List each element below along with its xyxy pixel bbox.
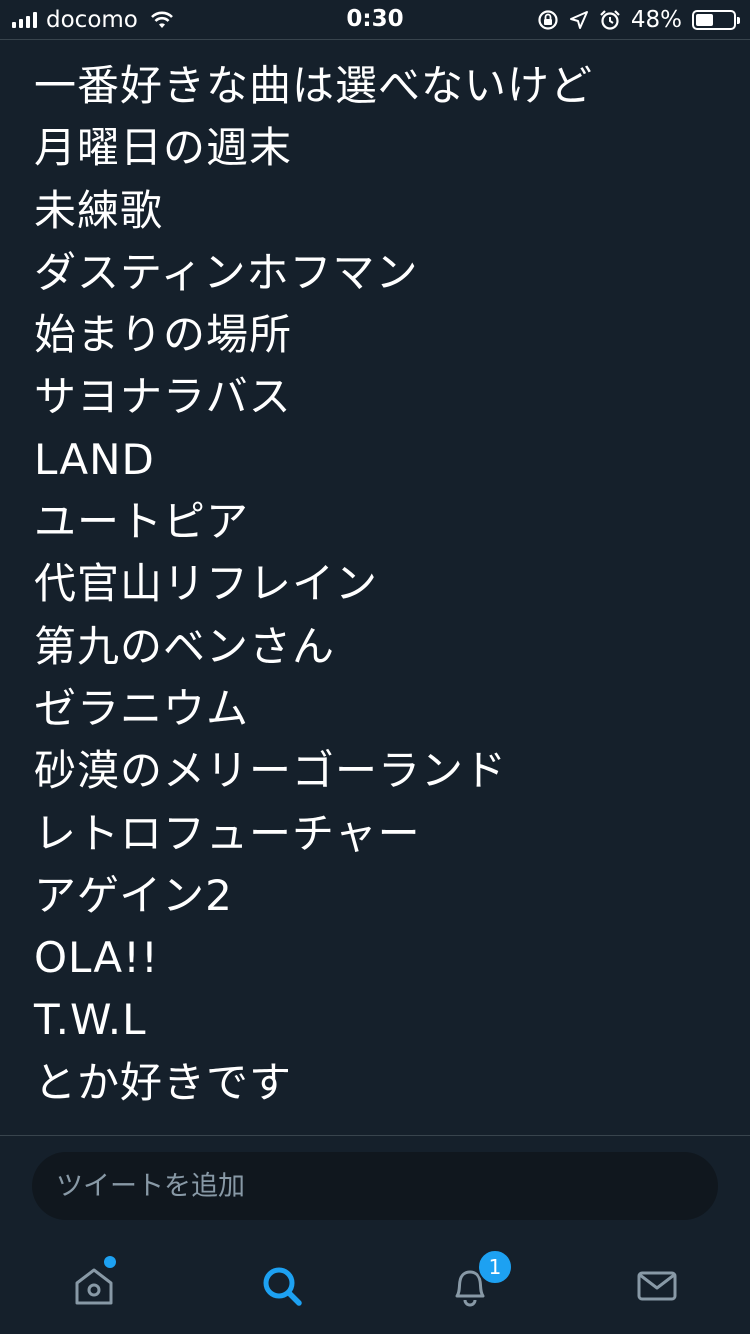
tweet-line: ユートピア xyxy=(34,497,250,547)
tweet-line: 代官山リフレイン xyxy=(34,559,379,609)
tweet-line: ダスティンホフマン xyxy=(34,247,419,297)
tweet-text: 一番好きな曲は選べないけど 月曜日の週末 未練歌ダスティンホフマン 始まりの場所 サヨナ… xyxy=(34,55,724,1114)
reply-bar[interactable] xyxy=(32,1152,718,1220)
notification-badge: 1 xyxy=(477,1249,513,1285)
home-icon xyxy=(75,1268,113,1305)
mail-icon xyxy=(637,1271,677,1301)
tab-messages[interactable] xyxy=(627,1256,687,1316)
tweet-line: LAND xyxy=(34,434,155,484)
tweet-line: アゲイン2 xyxy=(34,870,233,920)
battery-percent: 48% xyxy=(630,7,682,33)
tweet-line: 砂漠のメリーゴーランド xyxy=(34,746,508,796)
tweet-line: とか好きです xyxy=(34,1057,293,1107)
tab-bar: 1 xyxy=(0,1240,750,1334)
status-bar: docomo 0:30 48% xyxy=(0,0,750,40)
tweet-line: T.W.L xyxy=(34,995,147,1045)
location-icon xyxy=(569,11,588,29)
home-new-indicator xyxy=(104,1256,116,1268)
battery-icon xyxy=(692,10,740,30)
tweet-line: サヨナラバス xyxy=(34,372,292,422)
tweet-line: レトロフューチャー xyxy=(34,808,421,858)
reply-divider xyxy=(0,1135,750,1136)
tweet-line: 未練歌 xyxy=(34,185,164,235)
tweet-line: ゼラニウム xyxy=(34,683,250,733)
tweet-line: OLA!! xyxy=(34,933,159,983)
tweet-line: 一番好きな曲は選べないけど xyxy=(34,61,594,110)
alarm-icon xyxy=(600,10,620,30)
tweet-line: 月曜日の週末 xyxy=(34,123,293,173)
tab-search[interactable] xyxy=(252,1256,312,1316)
search-icon xyxy=(263,1267,302,1306)
battery-level xyxy=(696,14,714,26)
tweet-line: 始まりの場所 xyxy=(34,310,293,360)
orientation-lock-icon xyxy=(538,10,558,30)
tweet-line: 第九のベンさん xyxy=(34,621,336,671)
status-right: 48% xyxy=(537,6,740,34)
reply-input[interactable] xyxy=(56,1152,696,1220)
